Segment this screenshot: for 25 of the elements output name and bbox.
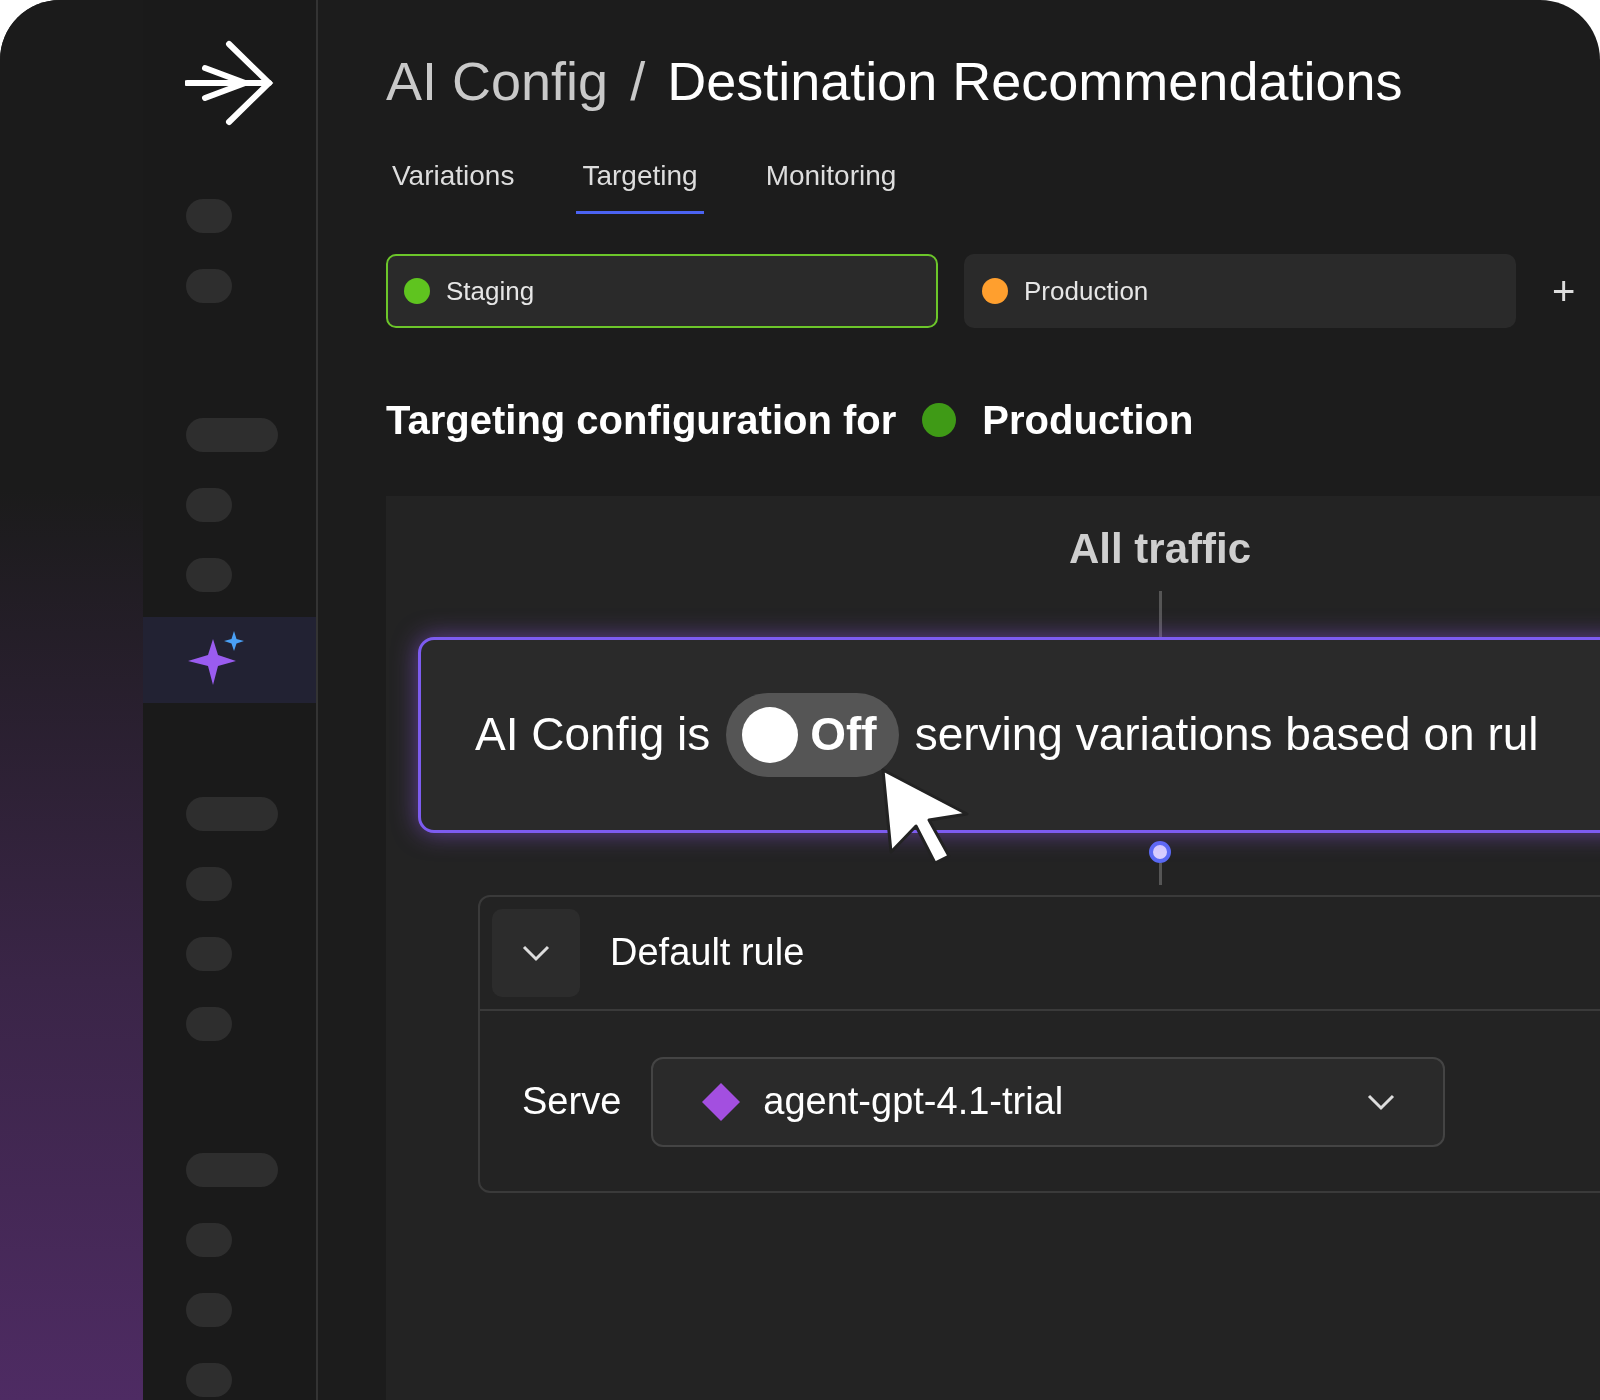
nav-item[interactable] [143, 617, 316, 703]
tab[interactable]: Variations [386, 155, 521, 215]
tab[interactable]: Monitoring [759, 155, 903, 215]
tab[interactable]: Targeting [576, 155, 704, 215]
logo-icon[interactable] [185, 38, 275, 128]
breadcrumb-link[interactable]: AI Config [386, 52, 609, 112]
environment-name: Production [982, 397, 1194, 445]
serve-label: Serve [522, 1079, 622, 1125]
breadcrumb-separator: / [630, 52, 646, 112]
environment-tab[interactable]: Production [964, 254, 1516, 329]
environment-name: Staging [446, 274, 535, 308]
status-text: AI Config is [475, 707, 711, 763]
chevron-icon [522, 943, 550, 962]
chevron-icon [1367, 1092, 1396, 1111]
environment-tab[interactable]: Staging [386, 254, 938, 329]
environment-name: Production [1024, 274, 1149, 308]
variation-dropdown[interactable]: agent-gpt-4.1-trial [651, 1056, 1446, 1147]
connector-dot [1149, 840, 1171, 863]
section-heading: Targeting configuration for [386, 397, 897, 445]
root-label: All traffic [1069, 526, 1251, 573]
page-title: Destination Recommendations [667, 52, 1403, 112]
add-button[interactable]: + [1542, 271, 1576, 312]
toggle-switch[interactable]: Off [726, 692, 899, 777]
status-text: serving variations based on rul [914, 707, 1539, 763]
rule-title: Default rule [610, 930, 805, 976]
